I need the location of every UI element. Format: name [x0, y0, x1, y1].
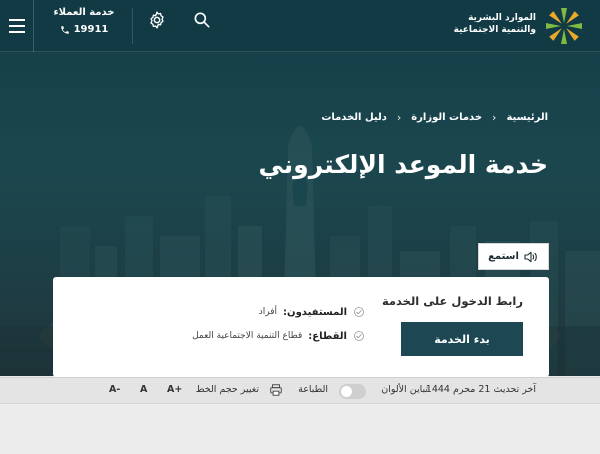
color-contrast-label: تباين الألوان: [381, 384, 428, 395]
listen-button[interactable]: استمع: [478, 243, 549, 270]
chevron-left-icon: ‹: [492, 111, 497, 124]
beneficiaries-label: المستفيدون:: [283, 306, 347, 318]
last-updated-text: آخر تحديث 21 محرم 1444: [425, 384, 536, 395]
sector-label: القطاع:: [308, 330, 347, 342]
page-footer-area: [0, 404, 600, 454]
breadcrumb-services-guide[interactable]: دليل الخدمات: [321, 112, 387, 123]
ministry-logo-icon[interactable]: [542, 4, 586, 48]
sector-row: القطاع: قطاع التنمية الاجتماعية العمل: [192, 330, 365, 342]
accessibility-toolbar: آخر تحديث 21 محرم 1444 تباين الألوان الط…: [0, 377, 600, 404]
check-icon: [354, 307, 364, 317]
start-service-button[interactable]: بدء الخدمة: [401, 322, 523, 356]
top-navigation-bar: خدمة العملاء 19911 الموارد البشرية والتن…: [0, 0, 600, 52]
check-icon: [354, 331, 364, 341]
breadcrumb-ministry-services[interactable]: خدمات الوزارة: [411, 112, 482, 123]
sector-value: قطاع التنمية الاجتماعية العمل: [192, 331, 303, 341]
breadcrumb-home[interactable]: الرئيسية: [506, 112, 548, 123]
font-reset-button[interactable]: A: [140, 384, 147, 395]
font-increase-button[interactable]: A+: [167, 384, 182, 395]
printer-icon[interactable]: [269, 383, 283, 397]
service-link-title: رابط الدخول على الخدمة: [381, 294, 523, 308]
print-label[interactable]: الطباعة: [298, 384, 328, 395]
gear-icon[interactable]: [147, 10, 167, 30]
search-icon[interactable]: [192, 10, 212, 30]
customer-service-title: خدمة العملاء: [53, 7, 115, 18]
beneficiaries-row: المستفيدون: أفراد: [259, 306, 365, 318]
beneficiaries-value: أفراد: [258, 307, 278, 317]
menu-button[interactable]: [0, 0, 34, 52]
font-decrease-button[interactable]: A-: [109, 384, 120, 395]
speaker-icon: [524, 251, 537, 262]
breadcrumb: الرئيسية ‹ خدمات الوزارة ‹ دليل الخدمات: [321, 111, 548, 124]
listen-label: استمع: [488, 251, 519, 262]
customer-service[interactable]: خدمة العملاء 19911: [44, 7, 124, 35]
customer-service-phone: 19911: [73, 24, 109, 35]
menu-icon: [8, 19, 25, 21]
page-title: خدمة الموعد الإلكتروني: [258, 150, 548, 179]
color-contrast-toggle[interactable]: [339, 384, 366, 399]
chevron-left-icon: ‹: [396, 111, 402, 124]
phone-icon: [60, 25, 69, 34]
service-info-card: رابط الدخول على الخدمة بدء الخدمة المستف…: [53, 277, 549, 377]
font-size-label: تغيير حجم الخط: [195, 384, 259, 395]
ministry-logo-text[interactable]: الموارد البشرية والتنمية الاجتماعية: [454, 12, 536, 36]
